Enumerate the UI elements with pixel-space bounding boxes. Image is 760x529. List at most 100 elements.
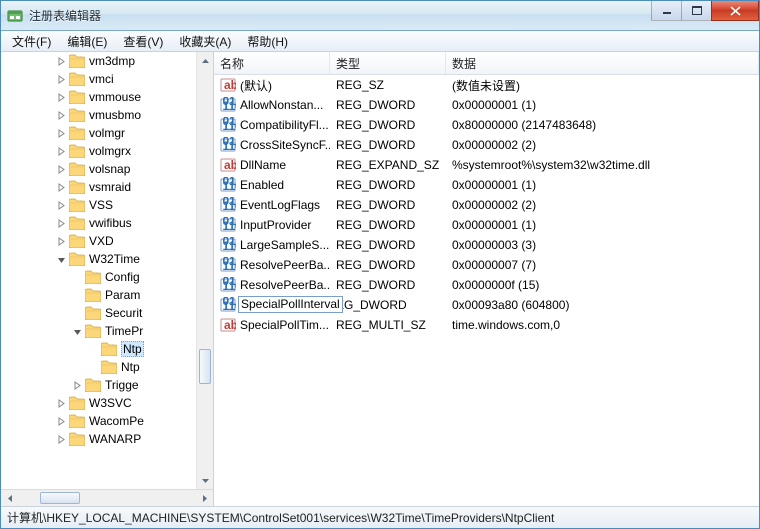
column-header-name[interactable]: 名称 — [214, 52, 330, 74]
chevron-right-icon[interactable] — [53, 75, 69, 84]
tree-item[interactable]: W3SVC — [1, 394, 213, 412]
chevron-right-icon[interactable] — [53, 147, 69, 156]
value-name: ResolvePeerBa... — [240, 278, 330, 292]
tree-item[interactable]: WacomPe — [1, 412, 213, 430]
chevron-right-icon[interactable] — [53, 417, 69, 426]
tree-item[interactable]: VSS — [1, 196, 213, 214]
value-row[interactable]: abDllNameREG_EXPAND_SZ%systemroot%\syste… — [214, 155, 759, 175]
value-row[interactable]: 011110AllowNonstan...REG_DWORD0x00000001… — [214, 95, 759, 115]
tree-item[interactable]: TimePr — [1, 322, 213, 340]
close-button[interactable] — [711, 1, 759, 21]
chevron-right-icon[interactable] — [53, 219, 69, 228]
menu-help[interactable]: 帮助(H) — [240, 31, 295, 52]
tree-item[interactable]: Param — [1, 286, 213, 304]
tree-item[interactable]: vm3dmp — [1, 52, 213, 70]
chevron-right-icon[interactable] — [69, 381, 85, 390]
tree-item[interactable]: WANARP — [1, 430, 213, 448]
value-row[interactable]: 011110EventLogFlagsREG_DWORD0x00000002 (… — [214, 195, 759, 215]
value-name: SpecialPollTim... — [240, 318, 329, 332]
value-data-cell: 0x00000001 (1) — [446, 218, 759, 232]
value-row[interactable]: 011110EnabledREG_DWORD0x00000001 (1) — [214, 175, 759, 195]
values-pane: 名称 类型 数据 ab(默认)REG_SZ(数值未设置)011110AllowN… — [214, 52, 759, 506]
value-type-cell: REG_DWORD — [330, 198, 446, 212]
value-type-cell: EG_DWORD — [330, 298, 446, 312]
value-row[interactable]: 011110CrossSiteSyncF...REG_DWORD0x000000… — [214, 135, 759, 155]
tree-item[interactable]: Ntp — [1, 340, 213, 358]
value-name: (默认) — [240, 77, 272, 94]
chevron-right-icon[interactable] — [53, 57, 69, 66]
chevron-right-icon[interactable] — [53, 201, 69, 210]
scroll-track[interactable] — [197, 69, 213, 472]
value-row[interactable]: 011110ResolvePeerBa...REG_DWORD0x0000000… — [214, 255, 759, 275]
tree-vertical-scrollbar[interactable] — [196, 52, 213, 489]
value-row[interactable]: 011110LargeSampleS...REG_DWORD0x00000003… — [214, 235, 759, 255]
scroll-up-button[interactable] — [197, 52, 213, 69]
column-header-data[interactable]: 数据 — [446, 52, 759, 74]
tree-item[interactable]: vsmraid — [1, 178, 213, 196]
value-type-cell: REG_DWORD — [330, 118, 446, 132]
value-row[interactable]: abSpecialPollTim...REG_MULTI_SZtime.wind… — [214, 315, 759, 335]
tree-item[interactable]: Ntp — [1, 358, 213, 376]
tree-item[interactable]: Config — [1, 268, 213, 286]
window-controls — [651, 1, 759, 21]
column-header-type[interactable]: 类型 — [330, 52, 446, 74]
value-type-cell: REG_DWORD — [330, 178, 446, 192]
value-type-cell: REG_SZ — [330, 78, 446, 92]
svg-text:110: 110 — [223, 279, 237, 293]
value-row[interactable]: 011110ResolvePeerBa...REG_DWORD0x0000000… — [214, 275, 759, 295]
value-data-cell: 0x0000000f (15) — [446, 278, 759, 292]
value-name: LargeSampleS... — [240, 238, 329, 252]
tree-item[interactable]: volmgrx — [1, 142, 213, 160]
chevron-right-icon[interactable] — [53, 183, 69, 192]
menu-edit[interactable]: 编辑(E) — [60, 31, 114, 52]
svg-text:110: 110 — [223, 119, 237, 133]
scroll-down-button[interactable] — [197, 472, 213, 489]
tree-item-label: W32Time — [89, 252, 140, 266]
chevron-right-icon[interactable] — [53, 399, 69, 408]
tree-item-label: volmgr — [89, 126, 125, 140]
menu-view[interactable]: 查看(V) — [116, 31, 170, 52]
value-name: ResolvePeerBa... — [240, 258, 330, 272]
tree-item-label: vmusbmo — [89, 108, 141, 122]
chevron-down-icon[interactable] — [69, 327, 85, 336]
value-name-cell: 011110Enabled — [214, 177, 330, 193]
chevron-right-icon[interactable] — [53, 93, 69, 102]
minimize-button[interactable] — [651, 1, 681, 21]
tree-item[interactable]: VXD — [1, 232, 213, 250]
value-name-cell: 011110ResolvePeerBa... — [214, 277, 330, 293]
tree-item[interactable]: volsnap — [1, 160, 213, 178]
scroll-left-button[interactable] — [1, 491, 18, 506]
chevron-right-icon[interactable] — [53, 129, 69, 138]
scroll-thumb[interactable] — [199, 349, 211, 384]
maximize-button[interactable] — [681, 1, 711, 21]
chevron-right-icon[interactable] — [53, 435, 69, 444]
rename-editbox[interactable]: SpecialPollInterval — [238, 296, 343, 313]
tree-item[interactable]: volmgr — [1, 124, 213, 142]
values-list[interactable]: ab(默认)REG_SZ(数值未设置)011110AllowNonstan...… — [214, 75, 759, 506]
chevron-right-icon[interactable] — [53, 165, 69, 174]
tree-item[interactable]: Securit — [1, 304, 213, 322]
statusbar: 计算机\HKEY_LOCAL_MACHINE\SYSTEM\ControlSet… — [1, 506, 759, 528]
menubar: 文件(F) 编辑(E) 查看(V) 收藏夹(A) 帮助(H) — [1, 31, 759, 52]
tree-item[interactable]: vwifibus — [1, 214, 213, 232]
chevron-right-icon[interactable] — [53, 111, 69, 120]
tree-item[interactable]: vmusbmo — [1, 106, 213, 124]
value-name-cell: 011110CrossSiteSyncF... — [214, 137, 330, 153]
scroll-right-button[interactable] — [196, 491, 213, 506]
titlebar[interactable]: 注册表编辑器 — [1, 1, 759, 31]
tree-item[interactable]: vmmouse — [1, 88, 213, 106]
menu-file[interactable]: 文件(F) — [5, 31, 58, 52]
menu-favorites[interactable]: 收藏夹(A) — [172, 31, 238, 52]
chevron-right-icon[interactable] — [53, 237, 69, 246]
tree-item[interactable]: W32Time — [1, 250, 213, 268]
tree-item[interactable]: vmci — [1, 70, 213, 88]
registry-tree[interactable]: vm3dmpvmcivmmouse vmusbmo volmgr volmgrxvol… — [1, 52, 213, 489]
scroll-thumb-h[interactable] — [40, 492, 80, 504]
value-name-cell: abDllName — [214, 157, 330, 173]
value-row[interactable]: 011110InputProviderREG_DWORD0x00000001 (… — [214, 215, 759, 235]
value-row[interactable]: 011110CompatibilityFl...REG_DWORD0x80000… — [214, 115, 759, 135]
value-row[interactable]: ab(默认)REG_SZ(数值未设置) — [214, 75, 759, 95]
tree-item[interactable]: Trigge — [1, 376, 213, 394]
chevron-down-icon[interactable] — [53, 255, 69, 264]
tree-horizontal-scrollbar[interactable] — [1, 489, 213, 506]
